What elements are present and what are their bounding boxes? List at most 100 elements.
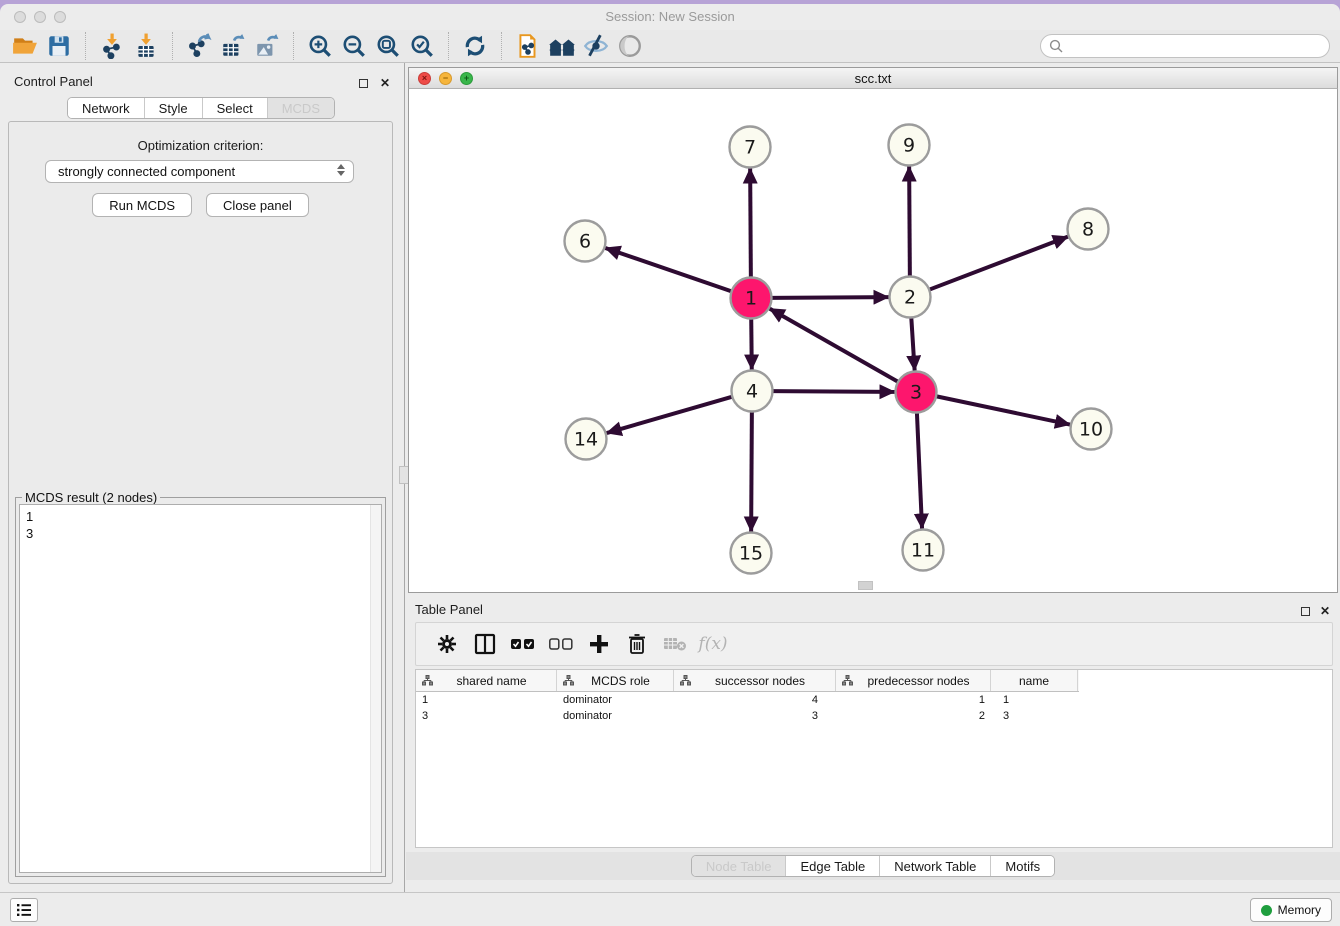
refresh-icon[interactable] [460, 32, 490, 60]
fx-label: f(x) [698, 634, 727, 654]
task-history-button[interactable] [10, 898, 38, 922]
zoom-out-icon[interactable] [339, 32, 369, 60]
memory-button[interactable]: Memory [1250, 898, 1332, 922]
delete-column-icon[interactable] [618, 629, 656, 659]
delete-table-icon[interactable] [656, 629, 694, 659]
graph-edge-4-14[interactable] [607, 397, 733, 433]
cell-predecessor-nodes[interactable]: 2 [836, 710, 991, 722]
home-icon[interactable] [547, 32, 577, 60]
cell-name[interactable]: 1 [991, 694, 1078, 706]
network-canvas[interactable]: 7968124314101511 [408, 89, 1338, 593]
control-panel-float-button[interactable] [359, 75, 368, 93]
table-panel-close-button[interactable]: ✕ [1320, 602, 1330, 620]
close-icon: ✕ [380, 76, 390, 90]
control-panel-close-button[interactable]: ✕ [380, 74, 390, 92]
graph-edge-2-9[interactable] [909, 166, 910, 276]
close-icon: ✕ [1320, 604, 1330, 618]
graph-edge-1-7[interactable] [750, 168, 751, 277]
table-panel-float-button[interactable] [1301, 603, 1310, 621]
graph-edge-1-2[interactable] [771, 297, 888, 298]
search-icon [1049, 39, 1063, 53]
show-columns-icon[interactable] [466, 629, 504, 659]
table-row[interactable]: 3 dominator 3 2 3 [416, 708, 1332, 724]
graph-node-label: 3 [910, 382, 922, 404]
cell-name[interactable]: 3 [991, 710, 1078, 722]
table-row[interactable]: 1 dominator 4 1 1 [416, 692, 1332, 708]
cell-mcds-role[interactable]: dominator [557, 694, 674, 706]
cell-successor-nodes[interactable]: 3 [674, 710, 836, 722]
graph-edge-3-11[interactable] [917, 412, 922, 528]
table-header-row: shared name MCDS role successor nodes pr… [416, 670, 1079, 692]
graph-edge-3-10[interactable] [936, 396, 1070, 424]
column-header-mcds-role[interactable]: MCDS role [557, 670, 674, 691]
graph-node-label: 14 [574, 429, 598, 451]
tab-mcds[interactable]: MCDS [267, 98, 334, 118]
column-type-icon [842, 675, 853, 686]
mcds-result-area[interactable]: 1 3 [19, 504, 382, 873]
export-table-icon[interactable] [218, 32, 248, 60]
tab-network-table[interactable]: Network Table [879, 856, 990, 876]
network-view-window: × − + scc.txt 7968124314101511 [408, 67, 1338, 593]
memory-status-icon [1261, 905, 1272, 916]
graph-node-label: 2 [904, 287, 916, 309]
graph-edge-4-3[interactable] [772, 391, 894, 392]
optimization-criterion-select[interactable]: strongly connected component [45, 160, 354, 183]
graph-edge-2-8[interactable] [929, 237, 1068, 290]
graph-edge-1-4[interactable] [751, 318, 752, 369]
add-column-icon[interactable] [580, 629, 618, 659]
tab-style[interactable]: Style [144, 98, 202, 118]
graph-node-label: 6 [579, 231, 591, 253]
search-field[interactable] [1040, 34, 1330, 58]
cell-shared-name[interactable]: 3 [416, 710, 557, 722]
chevron-up-down-icon [337, 164, 345, 176]
column-label: successor nodes [691, 674, 835, 688]
hide-icon[interactable] [581, 32, 611, 60]
tab-select[interactable]: Select [202, 98, 267, 118]
table-settings-icon[interactable] [428, 629, 466, 659]
tab-edge-table[interactable]: Edge Table [785, 856, 879, 876]
mcds-result-fieldset: MCDS result (2 nodes) 1 3 [15, 497, 386, 877]
tab-network[interactable]: Network [68, 98, 144, 118]
zoom-in-icon[interactable] [305, 32, 335, 60]
table-panel: Table Panel ✕ [406, 593, 1340, 893]
graph-node-label: 9 [903, 135, 915, 157]
graph-edge-3-1[interactable] [770, 309, 899, 382]
column-header-shared-name[interactable]: shared name [416, 670, 557, 691]
toolbar-separator [85, 32, 86, 60]
appearance-icon[interactable] [615, 32, 645, 60]
cell-mcds-role[interactable]: dominator [557, 710, 674, 722]
column-header-name[interactable]: name [991, 670, 1078, 691]
scrollbar[interactable] [370, 505, 381, 872]
import-network-icon[interactable] [97, 32, 127, 60]
mcds-tab-content: Optimization criterion: strongly connect… [8, 121, 393, 884]
function-builder-icon[interactable]: f(x) [694, 629, 732, 659]
graph-edge-2-3[interactable] [911, 317, 914, 370]
run-mcds-button[interactable]: Run MCDS [92, 193, 192, 217]
import-table-icon[interactable] [131, 32, 161, 60]
column-header-predecessor-nodes[interactable]: predecessor nodes [836, 670, 991, 691]
cell-predecessor-nodes[interactable]: 1 [836, 694, 991, 706]
cell-successor-nodes[interactable]: 4 [674, 694, 836, 706]
open-session-icon[interactable] [10, 32, 40, 60]
tab-node-table[interactable]: Node Table [692, 856, 786, 876]
deselect-all-icon[interactable] [542, 629, 580, 659]
column-label: predecessor nodes [853, 674, 990, 688]
cell-shared-name[interactable]: 1 [416, 694, 557, 706]
control-panel: Control Panel ✕ Network Style Select MCD… [0, 63, 402, 893]
search-input[interactable] [1068, 38, 1322, 54]
tab-motifs[interactable]: Motifs [990, 856, 1054, 876]
export-network-icon[interactable] [184, 32, 214, 60]
graph-edge-4-15[interactable] [751, 411, 752, 531]
toolbar-separator [501, 32, 502, 60]
graph-edge-1-6[interactable] [605, 248, 731, 291]
canvas-splitter-handle[interactable] [858, 581, 873, 590]
column-header-successor-nodes[interactable]: successor nodes [674, 670, 836, 691]
zoom-fit-icon[interactable] [373, 32, 403, 60]
save-session-icon[interactable] [44, 32, 74, 60]
close-panel-button[interactable]: Close panel [206, 193, 309, 217]
toolbar-separator [448, 32, 449, 60]
zoom-selected-icon[interactable] [407, 32, 437, 60]
duplicate-network-icon[interactable] [513, 32, 543, 60]
export-image-icon[interactable] [252, 32, 282, 60]
select-all-icon[interactable] [504, 629, 542, 659]
